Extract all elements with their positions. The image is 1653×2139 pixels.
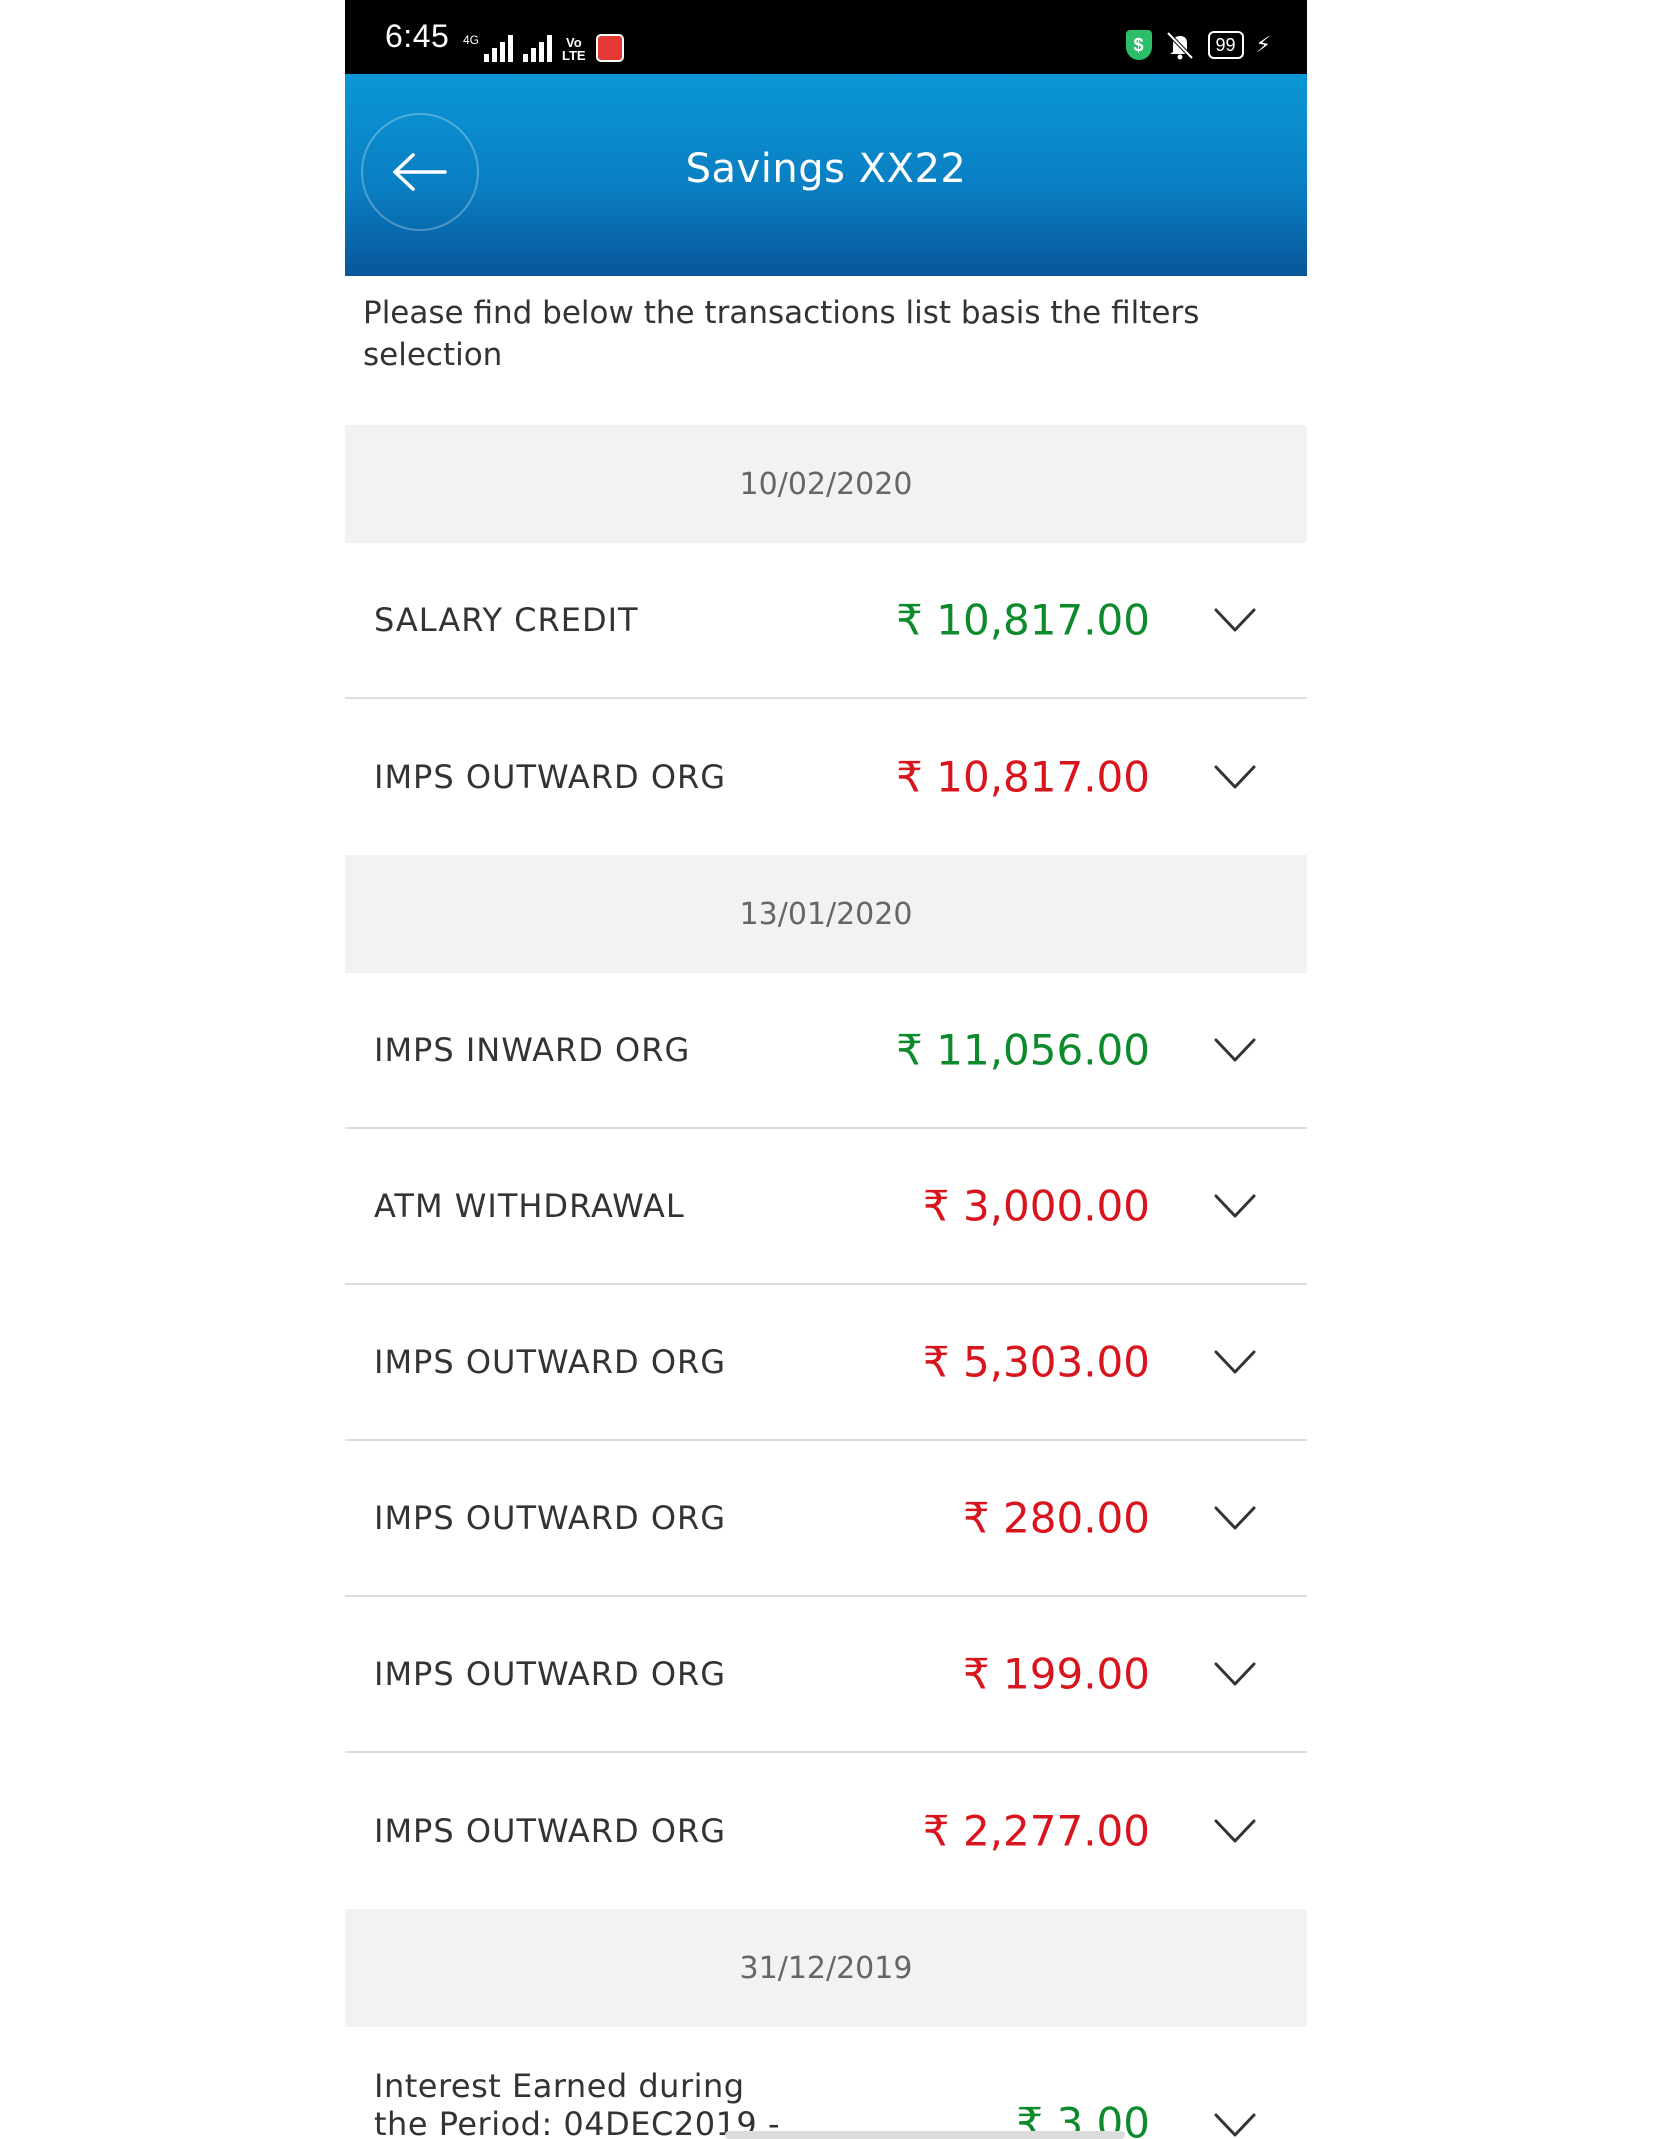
date-header: 13/01/2020 [345,855,1307,973]
transaction-amount: ₹ 199.00 [962,1649,1150,1699]
date-header: 10/02/2020 [345,425,1307,543]
transaction-description: Interest Earned during the Period: 04DEC… [374,2067,780,2139]
intro-text: Please find below the transactions list … [363,295,1200,373]
date-header: 31/12/2019 [345,1909,1307,2027]
mute-icon [1164,30,1196,60]
transaction-description: IMPS OUTWARD ORG [374,1499,727,1537]
transaction-row[interactable]: Interest Earned during the Period: 04DEC… [345,2027,1307,2139]
volte-bottom-label: LTE [562,48,586,63]
transaction-row[interactable]: IMPS OUTWARD ORG ₹ 10,817.00 [345,699,1307,855]
charging-icon: ⚡ [1255,32,1271,58]
phone-screen: 6:45 4G Vo LTE $ 99 ⚡ Savings XX22 Pleas… [345,0,1307,2139]
chevron-down-icon[interactable] [1213,1660,1257,1688]
chevron-down-icon[interactable] [1213,1348,1257,1376]
transaction-row[interactable]: SALARY CREDIT ₹ 10,817.00 [345,543,1307,699]
transaction-row[interactable]: IMPS OUTWARD ORG ₹ 199.00 [345,1597,1307,1753]
transaction-row[interactable]: IMPS OUTWARD ORG ₹ 2,277.00 [345,1753,1307,1909]
status-time: 6:45 [385,18,450,54]
transaction-description: IMPS OUTWARD ORG [374,1343,727,1381]
chevron-down-icon[interactable] [1213,763,1257,791]
transaction-amount: ₹ 11,056.00 [896,1025,1150,1075]
network-type-label: 4G [463,33,480,47]
page: 6:45 4G Vo LTE $ 99 ⚡ Savings XX22 Pleas… [0,0,1653,2139]
transaction-row[interactable]: IMPS INWARD ORG ₹ 11,056.00 [345,973,1307,1129]
battery-icon: 99 [1207,31,1244,59]
app-header: Savings XX22 [345,74,1307,276]
chevron-down-icon[interactable] [1213,606,1257,634]
scrollbar[interactable] [725,2131,1125,2139]
transaction-description: IMPS OUTWARD ORG [374,758,727,796]
page-title: Savings XX22 [685,146,967,192]
transaction-row[interactable]: IMPS OUTWARD ORG ₹ 5,303.00 [345,1285,1307,1441]
transaction-amount: ₹ 2,277.00 [922,1806,1150,1856]
transaction-amount: ₹ 5,303.00 [922,1337,1150,1387]
transaction-description: SALARY CREDIT [374,601,639,639]
chevron-down-icon[interactable] [1213,1192,1257,1220]
chevron-down-icon[interactable] [1213,1036,1257,1064]
signal-icon [523,34,553,62]
transaction-amount: ₹ 3,000.00 [922,1181,1150,1231]
transaction-amount: ₹ 10,817.00 [896,595,1150,645]
status-left-icons: 4G Vo LTE [463,20,624,62]
transaction-row[interactable]: ATM WITHDRAWAL ₹ 3,000.00 [345,1129,1307,1285]
app-notification-icon [595,34,624,62]
transaction-description: IMPS INWARD ORG [374,1031,691,1069]
transaction-row[interactable]: IMPS OUTWARD ORG ₹ 280.00 [345,1441,1307,1597]
shield-dollar-icon: $ [1125,30,1152,60]
chevron-down-icon[interactable] [1213,2111,1257,2139]
transaction-list: 10/02/2020 SALARY CREDIT ₹ 10,817.00 IMP… [345,425,1307,2139]
status-bar: 6:45 4G Vo LTE $ 99 ⚡ [345,0,1307,74]
chevron-down-icon[interactable] [1213,1504,1257,1532]
chevron-down-icon[interactable] [1213,1817,1257,1845]
transaction-description: IMPS OUTWARD ORG [374,1812,727,1850]
status-right-icons: $ 99 ⚡ [1125,30,1271,60]
transaction-description: IMPS OUTWARD ORG [374,1655,727,1693]
transaction-description: ATM WITHDRAWAL [374,1187,685,1225]
transaction-amount: ₹ 10,817.00 [896,752,1150,802]
signal-icon: 4G [463,33,514,62]
transaction-amount: ₹ 280.00 [962,1493,1150,1543]
volte-icon: Vo LTE [562,36,586,62]
